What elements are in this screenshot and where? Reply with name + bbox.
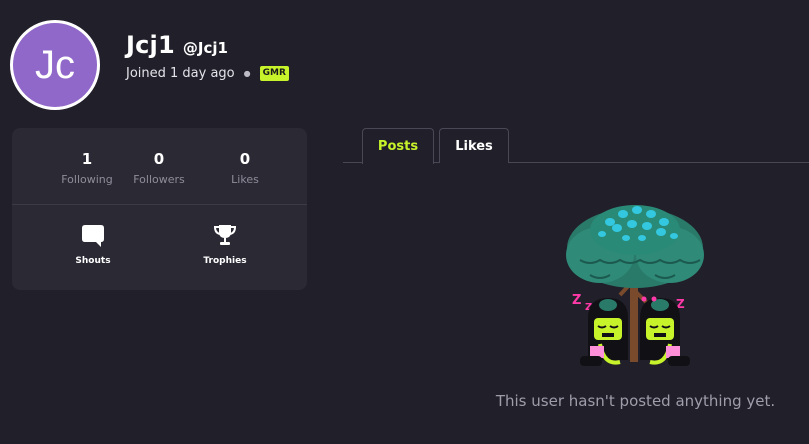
stat-label: Likes: [231, 173, 259, 186]
stat-followers[interactable]: 0 Followers: [114, 150, 204, 186]
stat-value: 0: [153, 150, 165, 168]
stats-divider: [12, 204, 307, 205]
avatar-initials: Jc: [35, 42, 75, 87]
empty-posts-message: This user hasn't posted anything yet.: [495, 392, 776, 410]
sleeping-characters-illustration: Z Z Z: [566, 205, 704, 366]
profile-name-row: Jcj1 @Jcj1: [126, 31, 228, 59]
user-handle: @Jcj1: [182, 39, 228, 57]
stats-row: 1 Following 0 Followers 0 Likes: [12, 128, 307, 204]
svg-text:Z: Z: [572, 293, 581, 308]
tab-likes[interactable]: Likes: [439, 128, 509, 163]
trophies-button[interactable]: Trophies: [180, 222, 270, 266]
separator-dot: ●: [243, 69, 251, 78]
tab-label: Likes: [455, 138, 493, 154]
trophies-label: Trophies: [203, 256, 247, 266]
avatar[interactable]: Jc: [10, 20, 100, 110]
tab-label: Posts: [377, 139, 419, 154]
stat-likes[interactable]: 0 Likes: [200, 150, 290, 186]
display-name: Jcj1: [126, 31, 175, 59]
stat-label: Followers: [133, 173, 185, 186]
gmr-badge: GMR: [259, 66, 289, 81]
stat-value: 0: [239, 150, 251, 168]
shouts-button[interactable]: Shouts: [48, 222, 138, 266]
shouts-label: Shouts: [75, 256, 111, 266]
tab-posts[interactable]: Posts: [362, 128, 434, 164]
profile-meta: Joined 1 day ago ● GMR: [126, 66, 289, 81]
trophy-icon: [213, 225, 237, 245]
profile-tabs: Posts Likes: [343, 128, 809, 164]
chat-bubble-icon: [82, 225, 104, 247]
stats-card: 1 Following 0 Followers 0 Likes Shouts T…: [12, 128, 307, 290]
joined-date: Joined 1 day ago: [126, 66, 235, 81]
